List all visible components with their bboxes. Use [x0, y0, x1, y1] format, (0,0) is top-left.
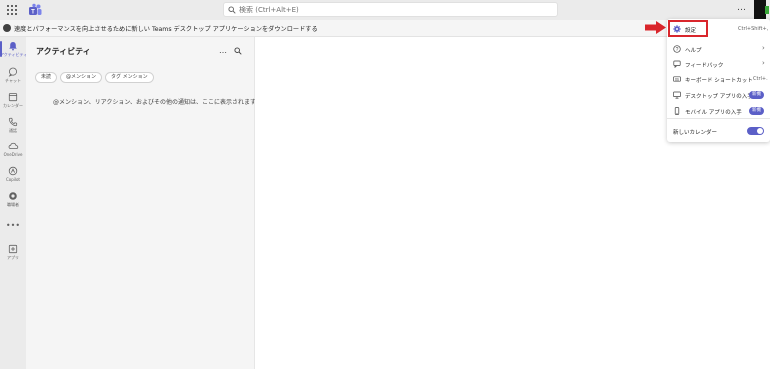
new-badge: 新機 — [749, 91, 764, 99]
more-apps-button[interactable]: ••• — [0, 221, 26, 230]
filter-chips: 未読 @メンション タグ メンション — [35, 72, 154, 83]
activity-panel: アクティビティ … 未読 @メンション タグ メンション @メンション、リアクシ… — [26, 37, 261, 369]
search-icon[interactable] — [234, 47, 242, 55]
rail-label: OneDrive — [3, 152, 23, 157]
calendar-icon — [8, 93, 18, 102]
phone-icon — [8, 117, 18, 127]
cloud-icon — [8, 142, 18, 149]
chat-icon — [8, 67, 17, 77]
svg-text:T: T — [31, 10, 35, 16]
new-badge: 新機 — [749, 107, 764, 115]
panel-more-button[interactable]: … — [219, 46, 227, 55]
feedback-icon — [673, 60, 681, 68]
search-placeholder: 検索 (Ctrl+Alt+E) — [239, 6, 299, 14]
menu-item-keyboard-shortcuts[interactable]: キーボード ショートカット Ctrl+. — [667, 72, 770, 86]
add-app-icon — [8, 244, 18, 254]
filter-chip-mentions[interactable]: @メンション — [60, 72, 103, 83]
menu-item-feedback[interactable]: フィードバック › — [667, 57, 770, 71]
menu-item-shortcut: Ctrl+. — [753, 76, 768, 82]
rail-label: Copilot — [5, 177, 21, 182]
arrow-annotation-icon — [645, 21, 666, 34]
page-title: アクティビティ — [36, 47, 91, 56]
menu-item-mobile-app[interactable]: モバイル アプリの入手 新機 — [667, 104, 770, 118]
teams-logo-icon: T — [29, 3, 42, 16]
menu-item-help[interactable]: ? ヘルプ › — [667, 42, 770, 56]
menu-item-new-calendar[interactable]: 新しいカレンダー — [667, 124, 770, 138]
help-icon: ? — [673, 45, 681, 53]
rail-item-copilot[interactable]: Copilot — [0, 166, 26, 182]
menu-divider — [667, 118, 770, 119]
menu-item-label: フィードバック — [685, 63, 724, 69]
menu-item-shortcut: Ctrl+Shift+, — [738, 26, 769, 32]
chevron-right-icon: › — [762, 44, 765, 52]
app-launcher-icon[interactable] — [7, 5, 17, 15]
chevron-right-icon: › — [762, 59, 765, 67]
menu-item-label: モバイル アプリの入手 — [685, 110, 742, 116]
desktop-icon — [673, 91, 681, 99]
viva-icon — [9, 192, 17, 200]
banner-text[interactable]: 速度とパフォーマンスを向上させるために新しい Teams デスクトップ アプリケ… — [14, 24, 318, 33]
rail-label: アクティビティ — [0, 52, 28, 57]
empty-state-message: @メンション、リアクション、およびその他の通知は、ここに表示されます。 — [53, 99, 262, 106]
copilot-icon — [8, 166, 18, 176]
rail-item-onedrive[interactable]: OneDrive — [0, 141, 26, 157]
rail-label: 職場者 — [7, 202, 19, 207]
settings-menu: 設定 Ctrl+Shift+, ? ヘルプ › フィードバック › キーボード … — [667, 19, 770, 142]
keyboard-icon — [673, 76, 681, 82]
mobile-icon — [674, 107, 680, 115]
rail-label: 通話 — [9, 128, 17, 133]
rail-label: カレンダー — [3, 103, 23, 108]
search-input[interactable]: 検索 (Ctrl+Alt+E) — [223, 2, 558, 17]
rail-item-calendar[interactable]: カレンダー — [0, 92, 26, 109]
info-icon — [3, 24, 11, 32]
menu-item-desktop-app[interactable]: デスクトップ アプリの入手 新機 — [667, 88, 770, 102]
filter-chip-tag-mentions[interactable]: タグ メンション — [105, 72, 154, 83]
avatar[interactable] — [754, 0, 769, 19]
bell-icon — [9, 42, 17, 51]
rail-item-calls[interactable]: 通話 — [0, 117, 26, 134]
new-calendar-toggle[interactable] — [747, 127, 764, 135]
search-icon — [228, 6, 236, 14]
title-bar: T 検索 (Ctrl+Alt+E) … — [0, 0, 770, 20]
app-rail: アクティビティ チャット カレンダー 通話 OneDrive Copilot 職… — [0, 37, 28, 369]
rail-label: チャット — [5, 78, 21, 83]
menu-item-label: デスクトップ アプリの入手 — [685, 94, 753, 100]
menu-item-label: 新しいカレンダー — [673, 130, 718, 136]
rail-item-viva[interactable]: 職場者 — [0, 191, 26, 208]
rail-item-activity[interactable]: アクティビティ — [0, 41, 28, 58]
menu-item-label: キーボード ショートカット — [685, 78, 753, 84]
rail-label: アプリ — [7, 255, 19, 260]
settings-highlight-box — [668, 20, 708, 37]
filter-chip-unread[interactable]: 未読 — [35, 72, 58, 83]
rail-item-apps[interactable]: アプリ — [0, 244, 26, 261]
svg-text:?: ? — [676, 47, 679, 53]
more-options-button[interactable]: … — [737, 3, 747, 13]
rail-item-chat[interactable]: チャット — [0, 67, 26, 84]
menu-item-label: ヘルプ — [685, 48, 702, 54]
